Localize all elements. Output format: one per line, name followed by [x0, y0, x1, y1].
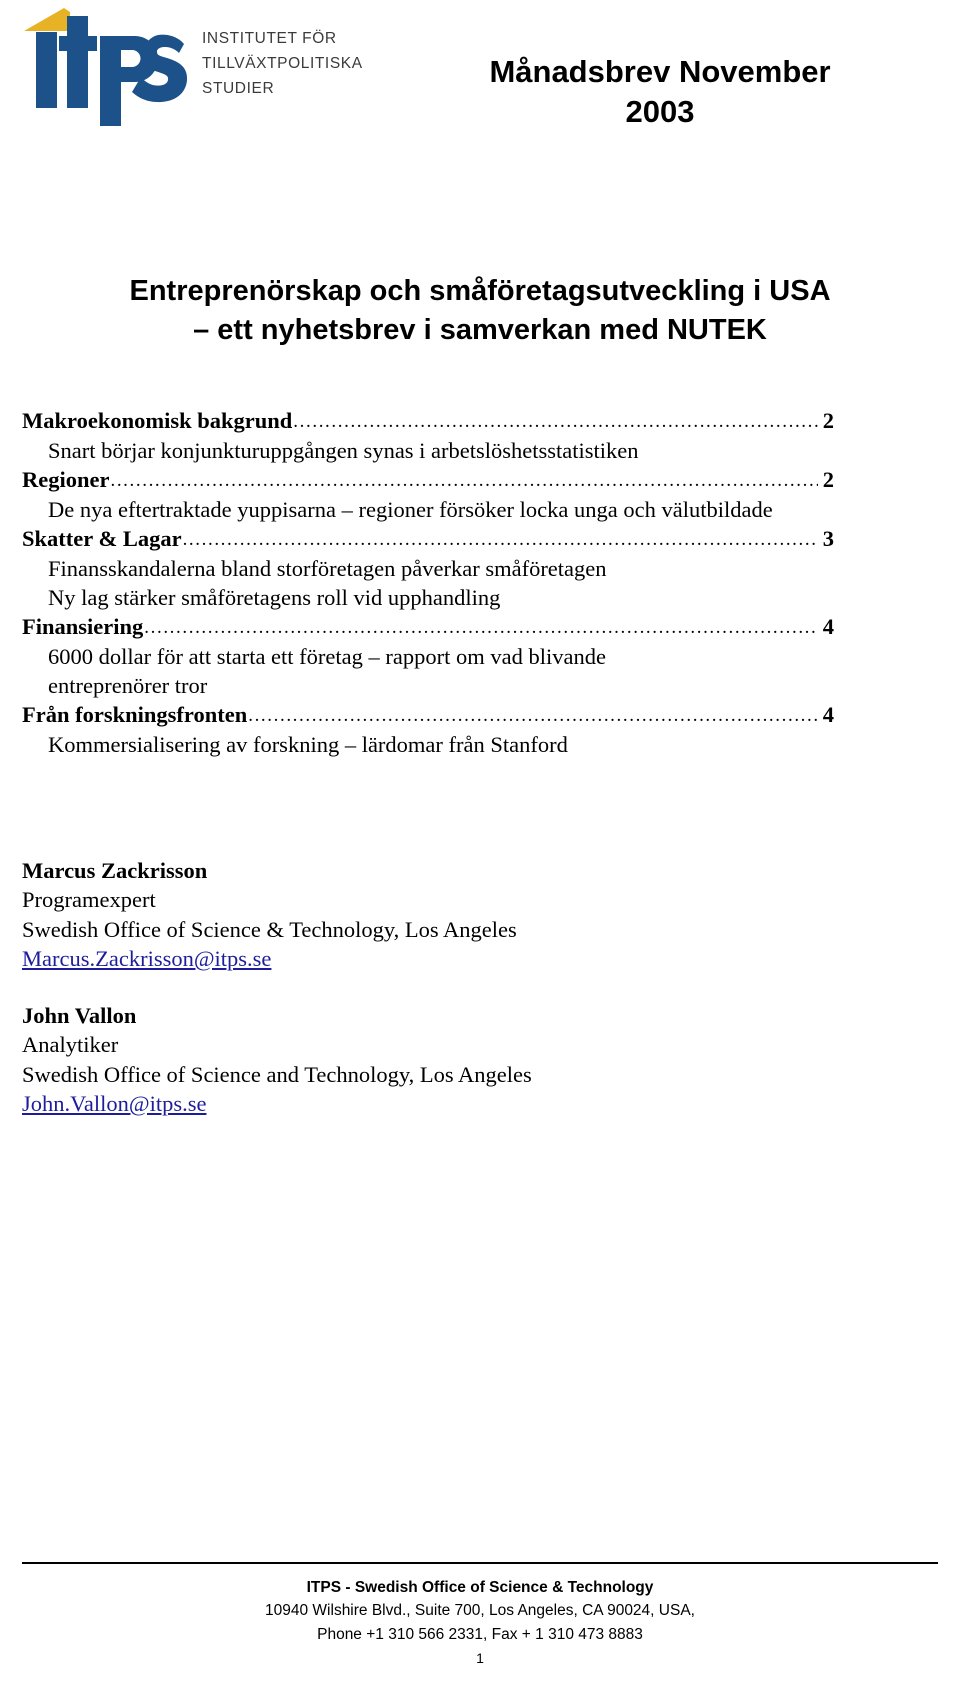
- toc-entry-page: 4: [822, 614, 834, 640]
- table-of-contents: Makroekonomisk bakgrund ................…: [22, 406, 834, 759]
- contact-list: Marcus Zackrisson Programexpert Swedish …: [22, 856, 722, 1146]
- contact-name: John Vallon: [22, 1003, 137, 1028]
- itps-logo-mark: [18, 6, 190, 126]
- newsletter-heading-line-1: Entreprenörskap och småföretagsutvecklin…: [129, 275, 831, 307]
- logo-text-line-1: INSTITUTET FÖR: [202, 30, 337, 47]
- page-footer: ITPS - Swedish Office of Science & Techn…: [22, 1576, 938, 1646]
- contact-office: Swedish Office of Science and Technology…: [22, 1061, 532, 1087]
- contact-card: Marcus Zackrisson Programexpert Swedish …: [22, 856, 722, 973]
- contact-card: John Vallon Analytiker Swedish Office of…: [22, 1001, 722, 1118]
- document-title-line-1: Månadsbrev November: [489, 54, 831, 89]
- toc-entry[interactable]: Makroekonomisk bakgrund ................…: [22, 406, 834, 436]
- page-number: 1: [476, 1650, 484, 1666]
- footer-phone: Phone +1 310 566 2331, Fax + 1 310 473 8…: [317, 1625, 643, 1643]
- contact-email-link[interactable]: Marcus.Zackrisson@itps.se: [22, 946, 271, 971]
- contact-name: Marcus Zackrisson: [22, 858, 208, 883]
- contact-office: Swedish Office of Science & Technology, …: [22, 916, 517, 942]
- toc-subentry[interactable]: Ny lag stärker småföretagens roll vid up…: [22, 583, 834, 612]
- contact-email-link[interactable]: John.Vallon@itps.se: [22, 1091, 206, 1116]
- toc-entry[interactable]: Från forskningsfronten .................…: [22, 700, 834, 730]
- toc-leader-dots: ........................................…: [110, 469, 817, 491]
- toc-entry-page: 2: [822, 408, 834, 433]
- toc-subentry[interactable]: Finansskandalerna bland storföretagen på…: [22, 554, 834, 583]
- toc-entry-label: Regioner: [22, 466, 110, 492]
- toc-entry[interactable]: Finansiering ...........................…: [22, 612, 834, 642]
- toc-entry-label: Finansiering: [22, 614, 144, 640]
- logo-text-line-3: STUDIER: [202, 80, 275, 98]
- toc-leader-dots: ........................................…: [293, 411, 817, 432]
- toc-leader-dots: ........................................…: [182, 528, 818, 550]
- contact-role: Programexpert: [22, 887, 156, 913]
- toc-leader-dots: ........................................…: [144, 617, 818, 639]
- document-title: Månadsbrev November 2003: [380, 52, 940, 131]
- toc-subentry[interactable]: Kommersialisering av forskning – lärdoma…: [22, 730, 834, 759]
- toc-subentry[interactable]: De nya eftertraktade yuppisarna – region…: [22, 495, 834, 524]
- itps-logo: INSTITUTET FÖR TILLVÄXTPOLITISKA STUDIER: [18, 6, 378, 126]
- toc-entry[interactable]: Skatter & Lagar ........................…: [22, 524, 834, 554]
- toc-entry-page: 3: [822, 525, 834, 551]
- newsletter-heading-line-2: – ett nyhetsbrev i samverkan med NUTEK: [193, 313, 767, 346]
- logo-text-line-2: TILLVÄXTPOLITISKA: [202, 55, 363, 73]
- footer-address: 10940 Wilshire Blvd., Suite 700, Los Ang…: [265, 1602, 695, 1620]
- page-header: INSTITUTET FÖR TILLVÄXTPOLITISKA STUDIER…: [0, 0, 960, 160]
- itps-logo-text: INSTITUTET FÖR TILLVÄXTPOLITISKA STUDIER: [202, 26, 363, 101]
- document-title-line-2: 2003: [625, 93, 695, 129]
- toc-entry-label: Skatter & Lagar: [22, 525, 182, 551]
- toc-entry-label: Makroekonomisk bakgrund: [22, 408, 293, 433]
- toc-entry[interactable]: Regioner ...............................…: [22, 465, 834, 495]
- newsletter-heading: Entreprenörskap och småföretagsutvecklin…: [40, 272, 920, 349]
- toc-leader-dots: ........................................…: [248, 705, 818, 727]
- contact-role: Analytiker: [22, 1032, 119, 1058]
- toc-entry-page: 2: [822, 466, 834, 492]
- toc-entry-label: Från forskningsfronten: [22, 702, 248, 728]
- footer-divider: [22, 1562, 938, 1564]
- footer-organization: ITPS - Swedish Office of Science & Techn…: [306, 1579, 654, 1596]
- toc-subentry[interactable]: 6000 dollar för att starta ett företag –…: [22, 642, 688, 701]
- toc-subentry[interactable]: Snart börjar konjunkturuppgången synas i…: [22, 436, 834, 465]
- toc-entry-page: 4: [822, 702, 834, 728]
